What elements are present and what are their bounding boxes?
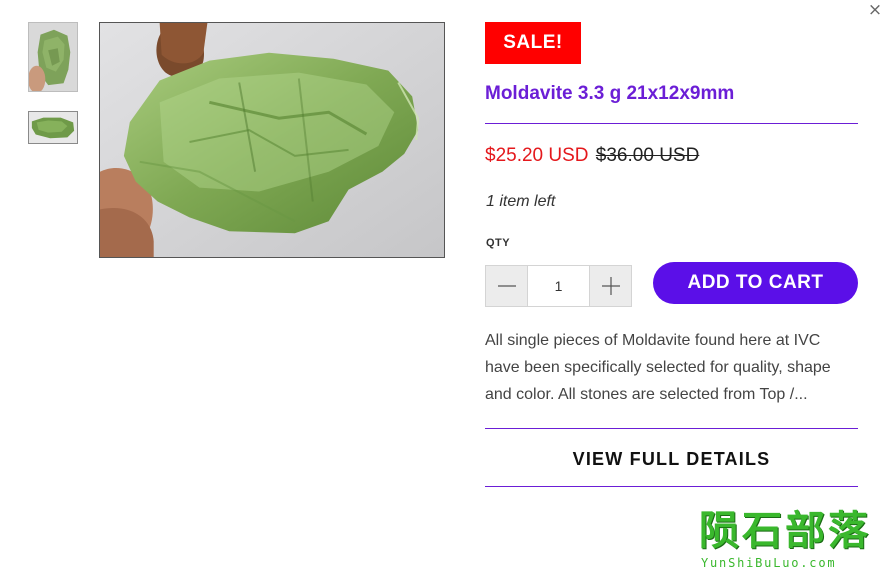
quantity-input[interactable] [528,266,589,306]
quantity-stepper [485,265,632,307]
minus-icon [497,285,516,287]
moldavite-gemstone-photo-icon [100,23,444,257]
title-divider [485,123,858,124]
description-divider [485,428,858,429]
view-full-details-link[interactable]: VIEW FULL DETAILS [485,444,858,474]
gallery-thumbnail-2[interactable] [28,111,78,144]
sale-price: $25.20 USD [485,145,589,166]
sale-badge: SALE! [485,22,581,64]
compare-at-price: $36.00 USD [595,145,700,166]
quantity-decrease-button[interactable] [486,266,528,306]
moldavite-thumbnail-portrait-icon [29,23,77,91]
stock-availability-note: 1 item left [486,193,556,210]
quantity-label: QTY [486,237,511,249]
watermark-logo-text: 陨石部落 [699,508,871,554]
gallery-thumbnail-1[interactable] [28,22,78,92]
plus-icon [601,277,620,295]
details-divider [485,486,858,487]
moldavite-thumbnail-landscape-icon [29,112,77,143]
close-icon[interactable]: × [866,0,884,20]
product-title[interactable]: Moldavite 3.3 g 21x12x9mm [485,80,865,108]
watermark-url: YunShiBuLuo.com [701,556,837,570]
site-watermark: 陨石部落 YunShiBuLuo.com [699,508,879,572]
price-row: $25.20 USD $36.00 USD [485,142,699,170]
product-description: All single pieces of Moldavite found her… [485,332,831,403]
add-to-cart-button[interactable]: ADD TO CART [653,262,858,304]
quantity-increase-button[interactable] [589,266,631,306]
product-main-image[interactable] [99,22,445,258]
